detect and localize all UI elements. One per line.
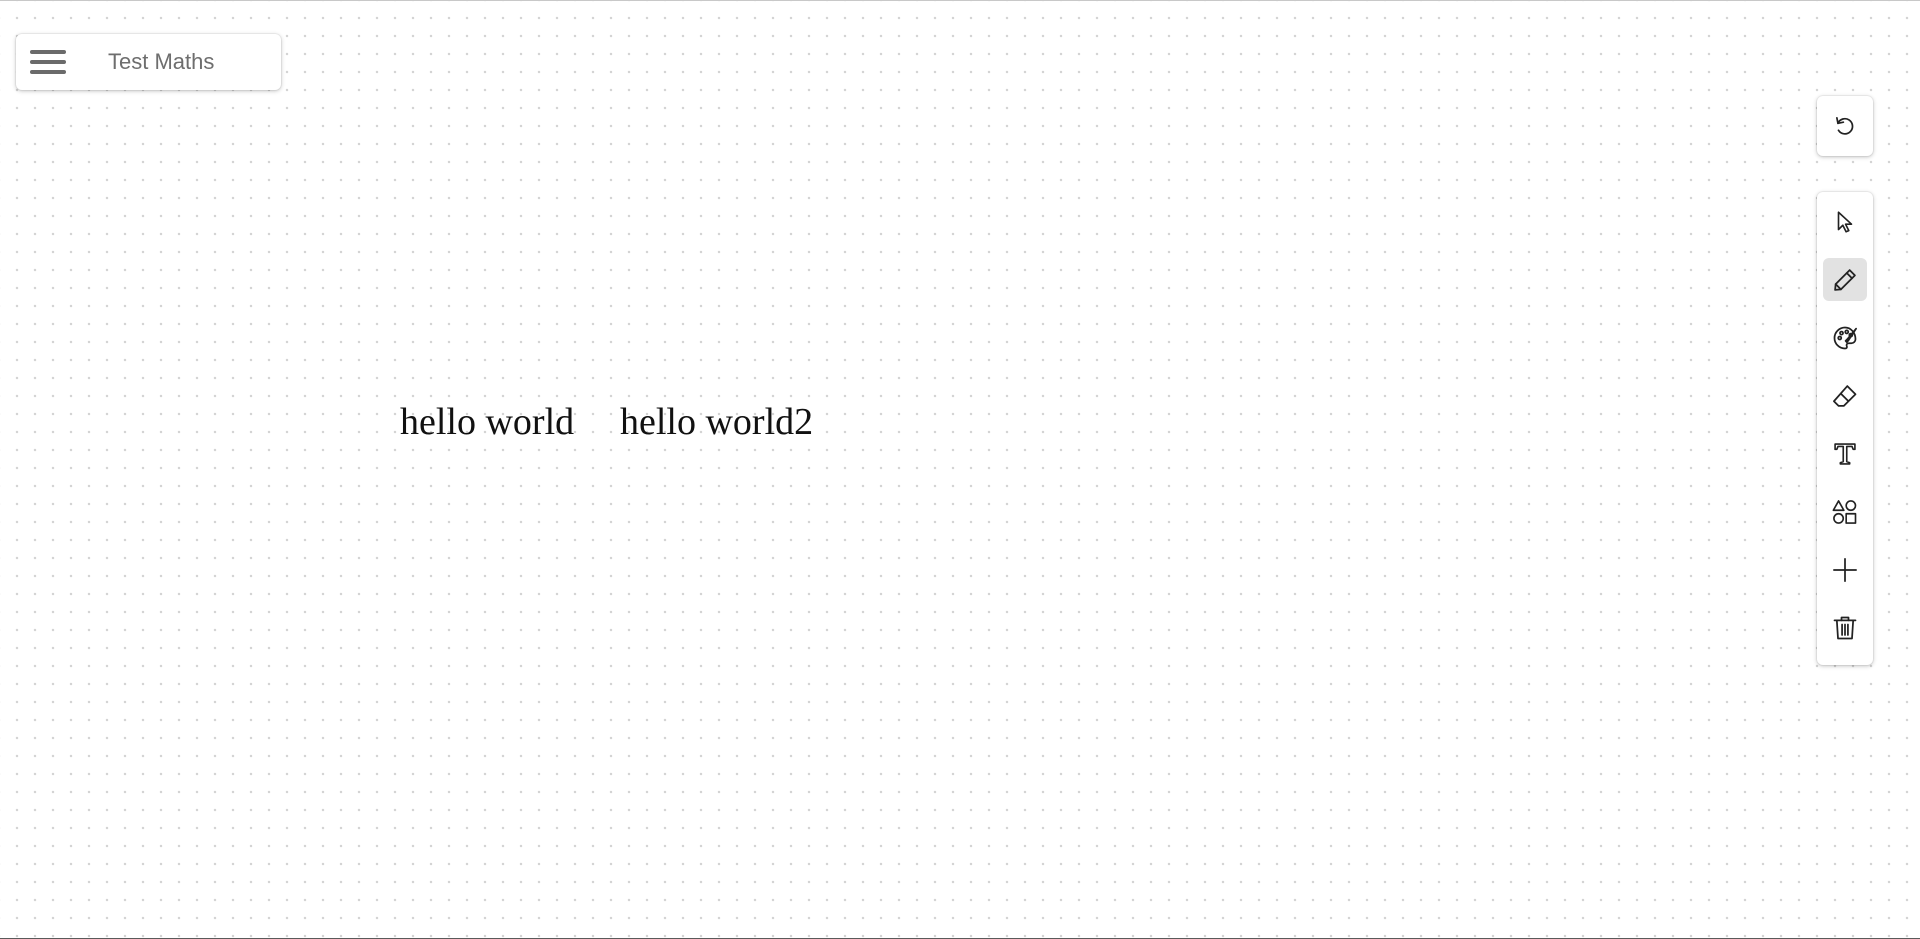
palette-icon <box>1833 326 1857 350</box>
delete-tool-button[interactable] <box>1823 607 1867 650</box>
history-panel <box>1817 96 1873 156</box>
menu-bar <box>30 70 66 74</box>
select-tool-button[interactable] <box>1823 200 1867 243</box>
undo-icon <box>1836 117 1854 135</box>
shapes-tool-button[interactable] <box>1823 491 1867 534</box>
hamburger-menu-button[interactable] <box>30 47 66 77</box>
undo-button[interactable] <box>1823 104 1867 148</box>
document-title[interactable]: Test Maths <box>108 49 214 75</box>
shapes-icon <box>1832 500 1857 525</box>
tools-panel <box>1817 192 1873 665</box>
canvas-text-item[interactable]: hello world2 <box>620 400 813 444</box>
trash-icon <box>1833 617 1857 640</box>
plus-icon <box>1833 558 1857 583</box>
cursor-arrow-icon <box>1837 211 1853 233</box>
color-tool-button[interactable] <box>1823 316 1867 359</box>
text-tool-button[interactable] <box>1823 433 1867 476</box>
canvas-text-item[interactable]: hello world <box>400 400 574 444</box>
eraser-tool-button[interactable] <box>1823 374 1867 417</box>
pen-tool-button[interactable] <box>1823 258 1867 302</box>
add-tool-button[interactable] <box>1823 549 1867 592</box>
pencil-icon <box>1834 268 1856 291</box>
drawing-canvas[interactable] <box>0 0 1920 939</box>
text-icon <box>1834 443 1856 465</box>
menu-bar <box>30 60 66 64</box>
menu-bar <box>30 50 66 54</box>
eraser-icon <box>1833 385 1857 407</box>
title-card: Test Maths <box>16 34 281 90</box>
